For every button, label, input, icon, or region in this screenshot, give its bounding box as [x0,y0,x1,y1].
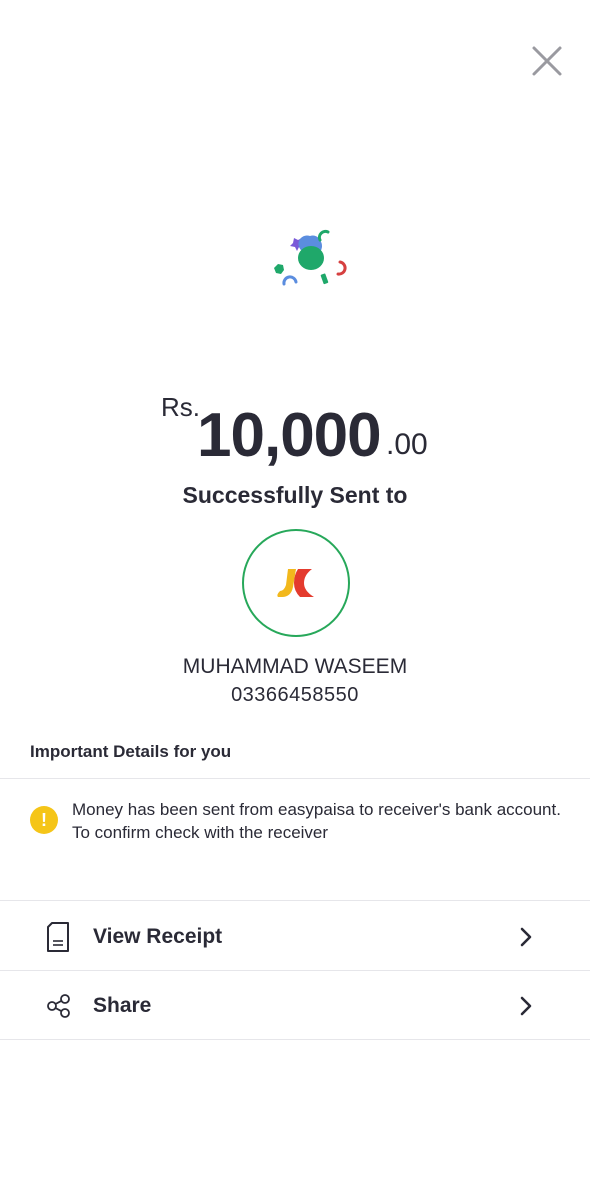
close-button[interactable] [528,42,566,80]
bank-logo-icon [277,569,314,597]
warning-icon: ! [30,806,58,834]
receipt-icon [47,922,69,952]
view-receipt-label: View Receipt [93,925,223,948]
share-row[interactable]: Share [0,972,590,1040]
divider [0,970,590,971]
chevron-right-icon [520,927,532,947]
share-label: Share [93,994,152,1017]
details-title: Important Details for you [30,742,232,761]
receiver-phone: 03366458550 [231,684,359,706]
divider [0,778,590,779]
amount-value: 10,000 [197,401,382,470]
receiver-name: MUHAMMAD WASEEM [182,655,408,678]
view-receipt-row[interactable]: View Receipt [0,903,590,971]
status-text: Successfully Sent to [182,482,408,508]
divider [0,1039,590,1040]
divider [0,900,590,901]
notice-text: Money has been sent from easypaisa to re… [72,800,561,842]
currency-label: Rs. [161,392,200,422]
celebration-confetti-icon [262,226,354,292]
amount-display: Rs. 10,000 .00 [0,388,590,470]
amount-decimals: .00 [386,428,428,461]
receiver-avatar [242,529,350,637]
share-icon [47,994,70,1018]
chevron-right-icon [520,996,532,1016]
close-icon [532,46,562,76]
